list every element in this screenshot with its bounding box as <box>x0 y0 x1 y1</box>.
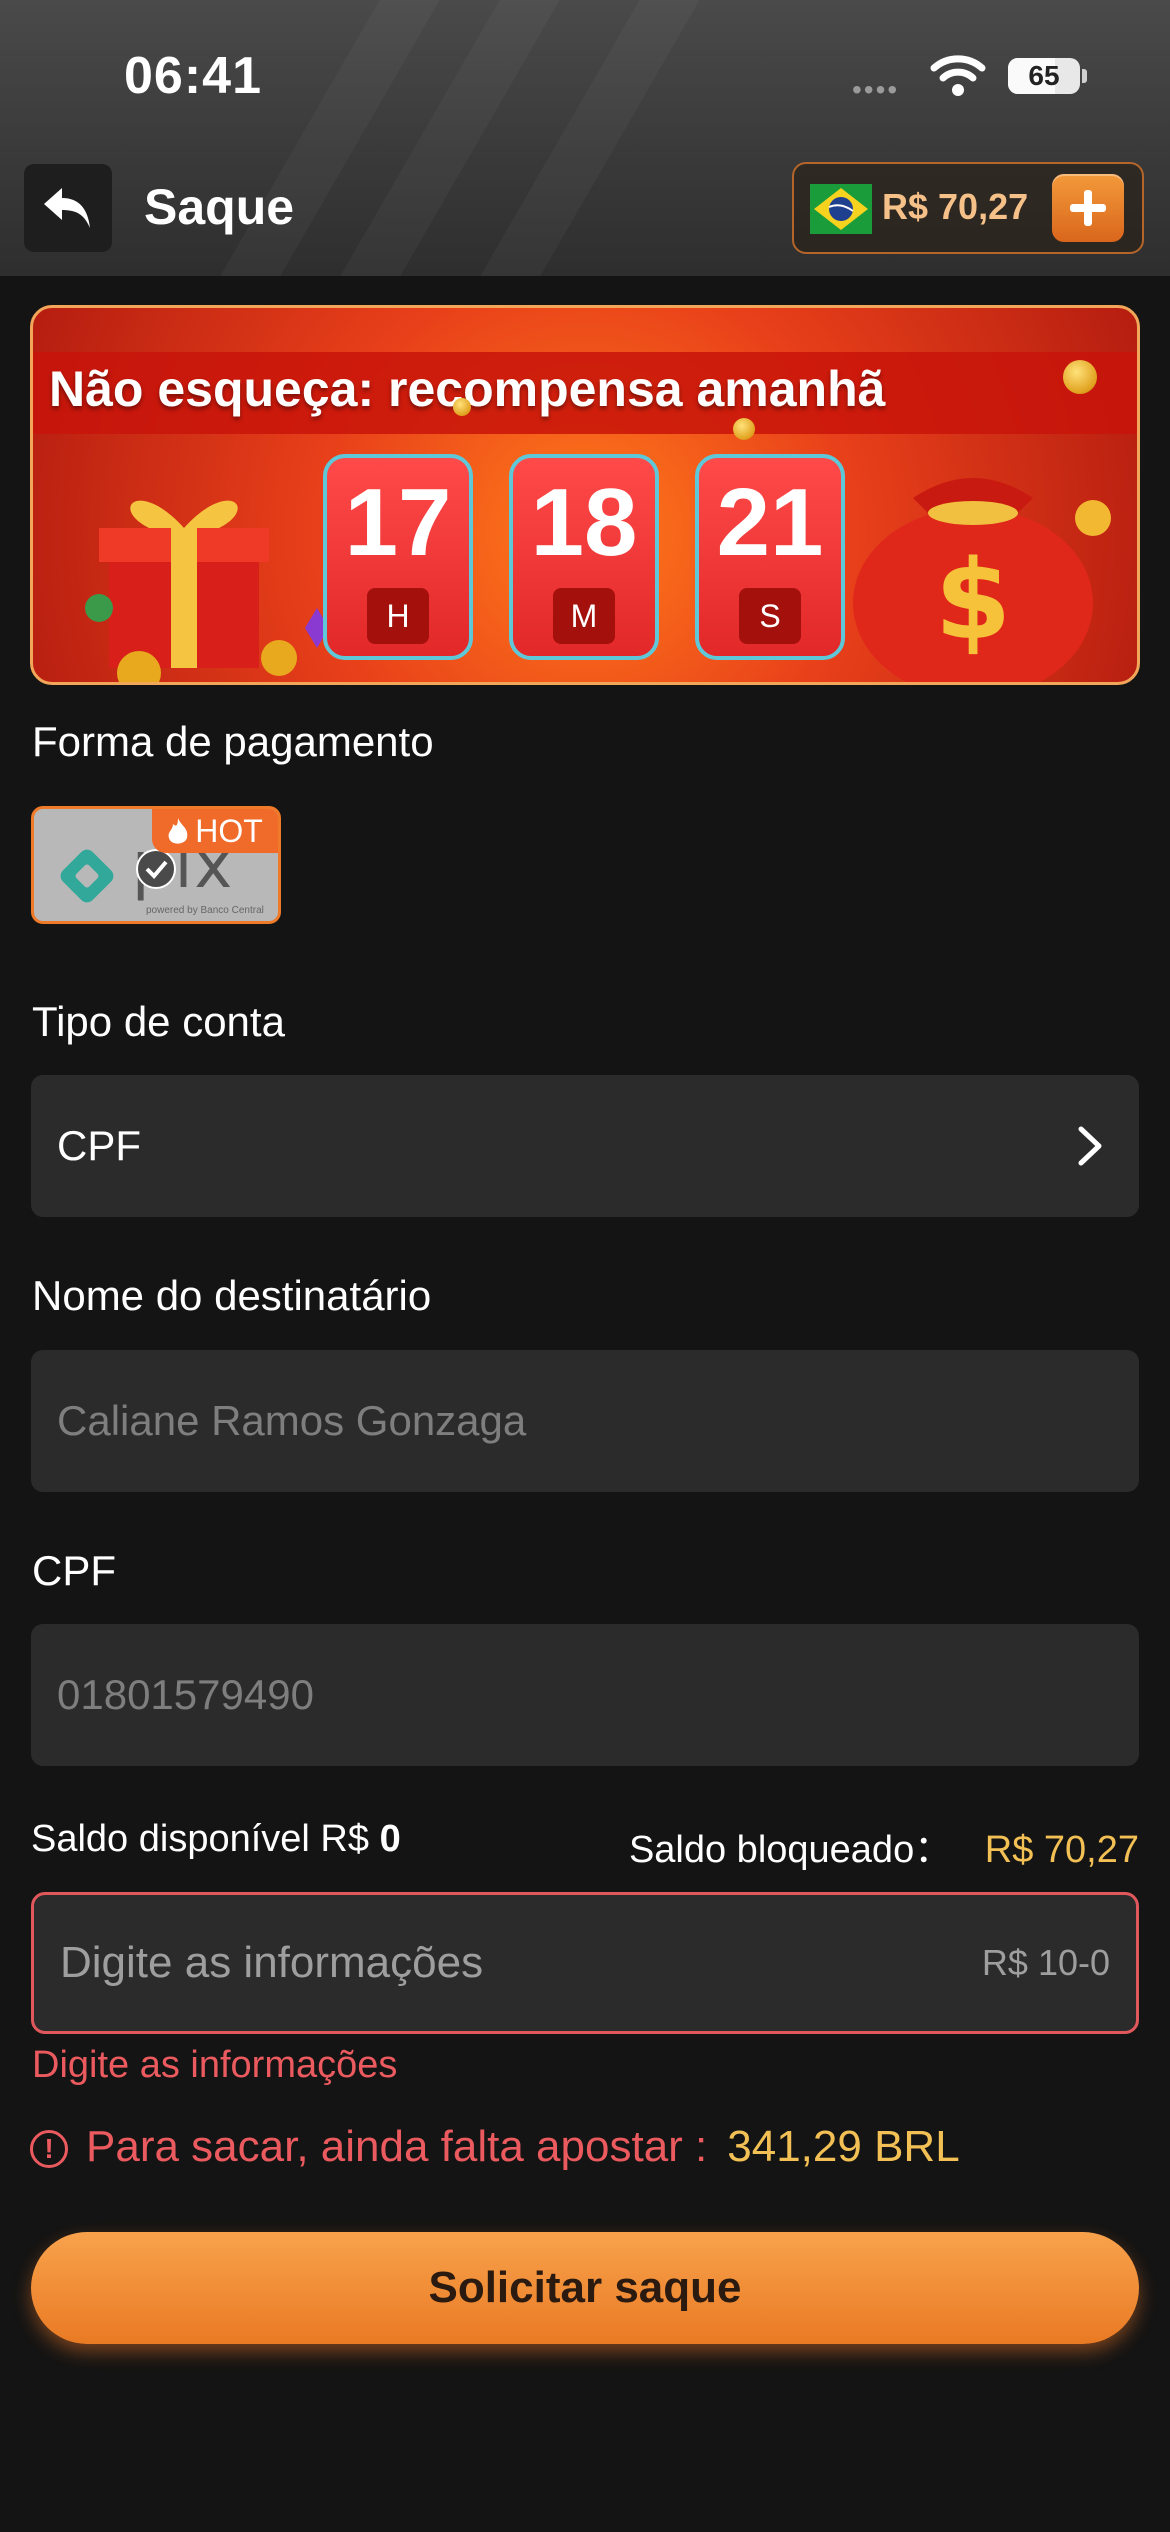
deposit-plus-button[interactable] <box>1052 174 1124 242</box>
betting-requirement-warning: ! Para sacar, ainda falta apostar : 341,29… <box>30 2122 960 2172</box>
countdown-hours: 17 H <box>323 454 473 660</box>
amount-range: R$ 10-0 <box>981 1942 1110 1983</box>
account-type-value: CPF <box>57 1122 141 1169</box>
available-balance-value: 0 <box>379 1818 401 1860</box>
cpf-field[interactable]: 01801579490 <box>31 1624 1139 1766</box>
warning-text: Para sacar, ainda falta apostar : <box>86 2122 708 2171</box>
countdown-minutes: 18 M <box>509 454 659 660</box>
brazil-flag-icon <box>810 184 872 234</box>
balances-row: Saldo disponível R$ 0 Saldo bloqueado： R… <box>31 1818 1139 1871</box>
back-arrow-icon <box>44 188 90 228</box>
status-time: 06:41 <box>124 47 262 105</box>
countdown-seconds: 21 S <box>695 454 845 660</box>
countdown-hours-unit: H <box>367 588 429 644</box>
blocked-balance: Saldo bloqueado： R$ 70,27 <box>629 1818 1139 1873</box>
amount-error-message: Digite as informações <box>32 2044 398 2086</box>
pix-logo-icon <box>60 849 114 903</box>
flame-icon <box>168 818 188 844</box>
back-button[interactable] <box>24 164 112 252</box>
countdown-minutes-unit: M <box>553 588 615 644</box>
available-balance: Saldo disponível R$ 0 <box>31 1818 401 1861</box>
account-type-select[interactable]: CPF <box>31 1075 1139 1217</box>
cpf-placeholder: 01801579490 <box>57 1671 314 1718</box>
page-title: Saque <box>144 179 295 235</box>
countdown-seconds-unit: S <box>739 588 801 644</box>
hot-badge-label: HOT <box>195 813 263 849</box>
wifi-icon <box>930 55 986 96</box>
battery-icon: 65 <box>1008 58 1088 94</box>
balance-chip[interactable]: R$ 70,27 <box>792 162 1144 254</box>
payment-method-pix[interactable]: pix powered by Banco Central HOT <box>31 806 281 924</box>
app-header: 06:41 •••• 65 Saque R$ 70,27 <box>0 0 1170 276</box>
svg-text:$: $ <box>935 536 1012 664</box>
money-bag-icon: $ <box>853 478 1111 682</box>
gift-box-icon <box>85 500 329 682</box>
warning-amount: 341,29 BRL <box>727 2122 960 2171</box>
request-withdrawal-button[interactable]: Solicitar saque <box>31 2232 1139 2344</box>
selected-check-icon <box>136 849 176 889</box>
amount-placeholder: Digite as informações <box>60 1938 484 1987</box>
chevron-right-icon <box>1078 1126 1102 1166</box>
cpf-label: CPF <box>32 1547 116 1594</box>
blocked-balance-label: Saldo bloqueado： <box>628 1829 953 1871</box>
withdraw-amount-input[interactable]: Digite as informações R$ 10-0 <box>31 1892 1139 2034</box>
countdown-seconds-value: 21 <box>716 469 824 576</box>
cellular-signal-icon: •••• <box>852 74 900 105</box>
pix-subtitle: powered by Banco Central <box>146 905 264 916</box>
countdown-minutes-value: 18 <box>530 469 638 576</box>
countdown-hours-value: 17 <box>344 469 452 576</box>
recipient-name-field[interactable]: Caliane Ramos Gonzaga <box>31 1350 1139 1492</box>
battery-percent: 65 <box>1028 60 1060 91</box>
blocked-balance-value: R$ 70,27 <box>984 1829 1139 1871</box>
payment-method-label: Forma de pagamento <box>32 718 434 765</box>
recipient-name-label: Nome do destinatário <box>32 1272 432 1319</box>
hot-badge: HOT <box>152 809 278 853</box>
plus-icon <box>1070 190 1106 226</box>
warning-circle-icon: ! <box>30 2130 68 2169</box>
balance-amount: R$ 70,27 <box>882 186 1029 227</box>
available-balance-label: Saldo disponível R$ <box>31 1818 369 1860</box>
recipient-name-placeholder: Caliane Ramos Gonzaga <box>57 1397 527 1444</box>
account-type-label: Tipo de conta <box>32 998 285 1045</box>
reward-countdown-banner[interactable]: Não esqueça: recompensa amanhã $ 17 H 18… <box>30 305 1140 685</box>
